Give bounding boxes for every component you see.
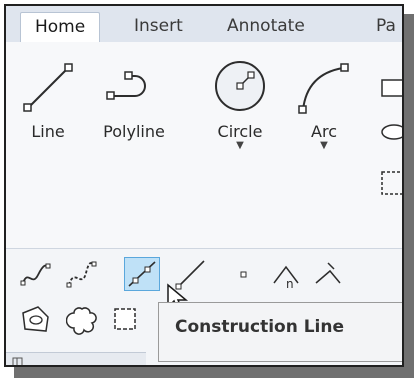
pin-icon[interactable] xyxy=(10,355,26,367)
divide-button[interactable]: n xyxy=(270,259,302,291)
panel-title-bar xyxy=(6,352,146,367)
tooltip-text: Construction Line xyxy=(175,317,345,337)
tab-home[interactable]: Home xyxy=(20,12,101,43)
spline-fit-button[interactable] xyxy=(20,259,52,291)
measure-icon xyxy=(315,262,341,284)
rectangle-tools-partial[interactable] xyxy=(378,72,402,212)
region-icon xyxy=(22,306,49,332)
divide-icon: n xyxy=(273,265,299,291)
revision-cloud-button[interactable] xyxy=(66,303,98,335)
chevron-down-icon[interactable]: ▼ xyxy=(200,141,280,151)
tab-annotate[interactable]: Annotate xyxy=(227,12,305,42)
wipeout-button[interactable] xyxy=(110,303,142,335)
region-button[interactable] xyxy=(20,303,52,335)
ribbon-window: Home Insert Annotate Pa Line Polyline Ci… xyxy=(4,4,404,367)
spline-cv-icon xyxy=(66,261,97,288)
circle-label: Circle xyxy=(217,122,263,141)
circle-icon xyxy=(215,61,265,111)
tooltip: Construction Line xyxy=(158,302,402,362)
revision-cloud-icon xyxy=(66,307,97,335)
spline-fit-icon xyxy=(20,263,51,286)
construction-line-icon xyxy=(128,261,156,287)
arc-button[interactable]: Arc ▼ xyxy=(284,56,364,181)
rectangle-icon xyxy=(381,79,402,195)
line-label: Line xyxy=(31,122,65,141)
line-button[interactable]: Line xyxy=(8,56,88,181)
ribbon-tab-bar: Home Insert Annotate Pa xyxy=(6,6,402,43)
spline-cv-button[interactable] xyxy=(66,259,98,291)
point-icon xyxy=(240,271,247,278)
wipeout-icon xyxy=(114,308,136,330)
construction-line-button[interactable] xyxy=(124,257,160,291)
polyline-button[interactable]: Polyline xyxy=(94,56,174,181)
arc-label: Arc xyxy=(311,122,337,141)
svg-text:n: n xyxy=(286,277,294,291)
polyline-label: Polyline xyxy=(103,122,165,141)
polyline-icon xyxy=(106,71,146,100)
circle-button[interactable]: Circle ▼ xyxy=(200,56,280,181)
draw-panel: Line Polyline Circle ▼ Arc ▼ xyxy=(6,42,402,248)
tab-parametric[interactable]: Pa xyxy=(376,12,396,42)
point-button[interactable] xyxy=(228,259,260,291)
line-icon xyxy=(23,63,73,112)
measure-button[interactable] xyxy=(312,257,344,289)
arc-icon xyxy=(298,63,349,114)
chevron-down-icon[interactable]: ▼ xyxy=(284,141,364,151)
tab-insert[interactable]: Insert xyxy=(134,12,183,42)
